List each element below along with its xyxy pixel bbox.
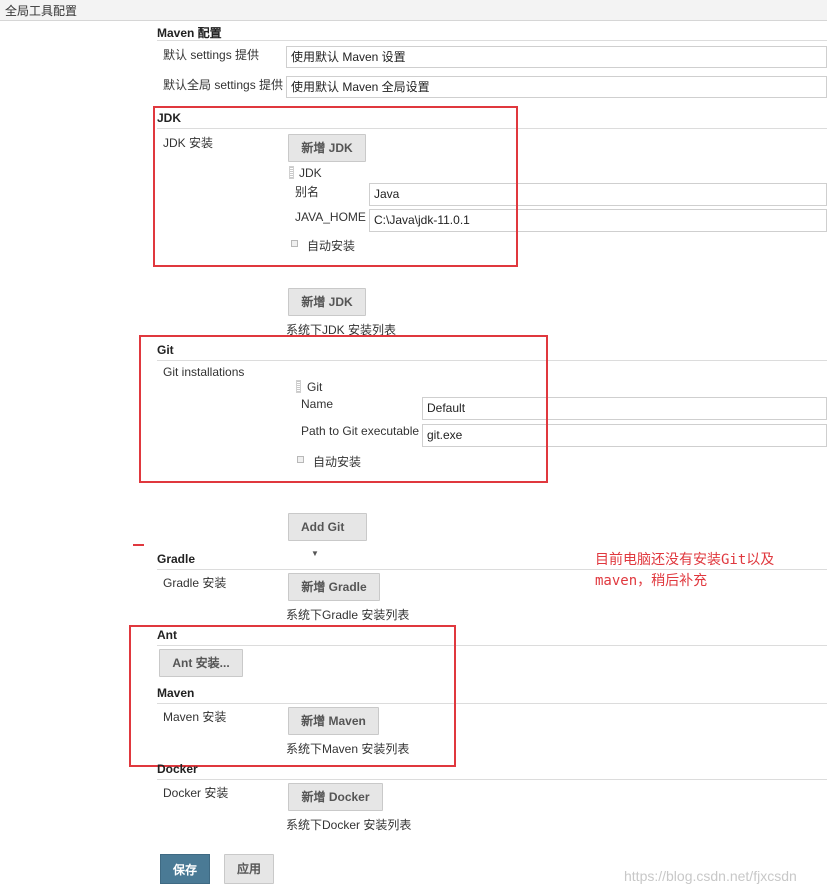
annotation-line-1: 目前电脑还没有安装Git以及: [595, 552, 775, 568]
red-mark: [133, 544, 144, 546]
apply-button[interactable]: 应用: [224, 854, 274, 884]
gradle-section-title: Gradle: [157, 552, 196, 566]
docker-section-title: Docker: [157, 762, 198, 776]
docker-list-caption: 系统下Docker 安装列表: [286, 818, 412, 832]
docker-install-label: Docker 安装: [163, 786, 229, 800]
add-docker-button[interactable]: 新增 Docker: [288, 783, 383, 811]
save-button[interactable]: 保存: [160, 854, 210, 884]
add-gradle-button[interactable]: 新增 Gradle: [288, 573, 380, 601]
chevron-down-icon: ▼: [311, 548, 319, 558]
page-header: 全局工具配置: [0, 0, 827, 21]
highlight-box-jdk: [153, 106, 518, 267]
gradle-install-label: Gradle 安装: [163, 576, 227, 590]
add-git-button[interactable]: Add Git ▼: [288, 513, 367, 558]
gradle-list-caption: 系统下Gradle 安装列表: [286, 608, 410, 622]
page-title: 全局工具配置: [5, 4, 78, 18]
add-jdk-button-2[interactable]: 新增 JDK: [288, 288, 366, 316]
settings-select[interactable]: 使用默认 Maven 设置: [286, 46, 827, 68]
add-git-label: Add Git: [301, 520, 345, 534]
maven-config-title: Maven 配置: [157, 26, 222, 40]
annotation-note: 目前电脑还没有安装Git以及 maven，稍后补充: [595, 550, 774, 592]
watermark: https://blog.csdn.net/fjxcsdn: [624, 868, 797, 884]
global-settings-label: 默认全局 settings 提供: [163, 78, 284, 92]
settings-label: 默认 settings 提供: [163, 48, 260, 62]
divider: [157, 779, 827, 780]
divider: [157, 40, 827, 41]
highlight-box-git: [139, 335, 548, 483]
global-settings-select[interactable]: 使用默认 Maven 全局设置: [286, 76, 827, 98]
annotation-line-2: maven，稍后补充: [595, 573, 708, 589]
highlight-box-ant-maven: [129, 625, 456, 767]
